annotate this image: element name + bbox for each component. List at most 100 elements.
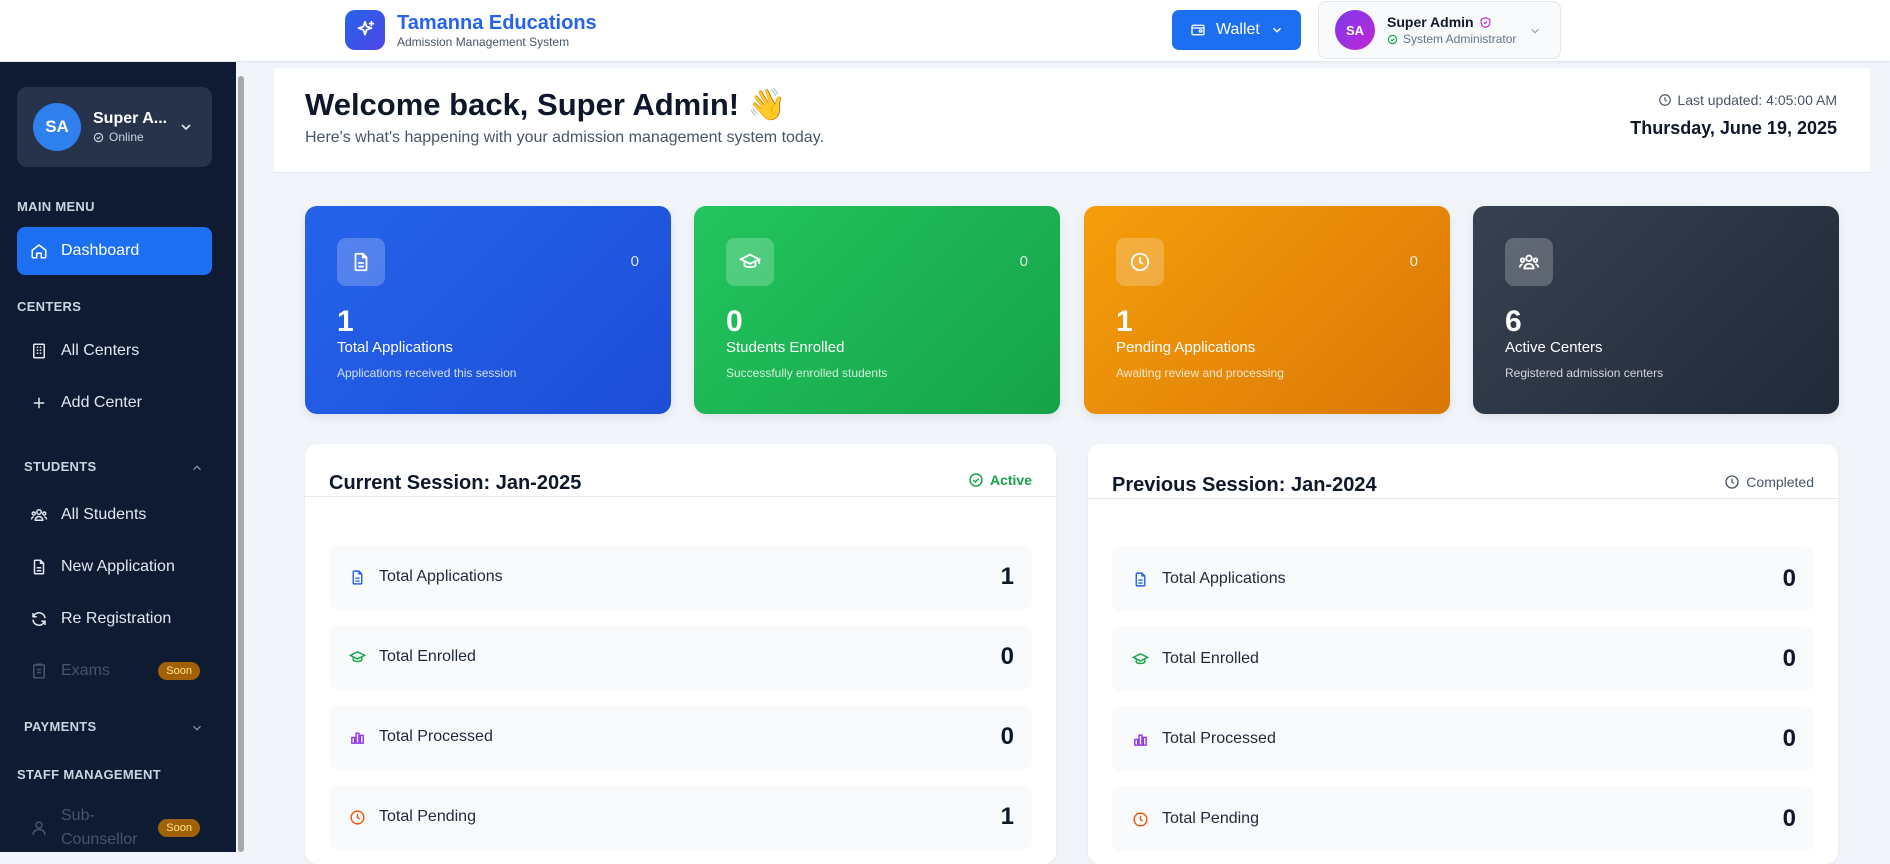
row-value: 1 [1000,803,1014,830]
row-label: Total Applications [1162,570,1286,587]
stat-corner-value: 0 [1409,253,1418,270]
session-title: Current Session: Jan-2025 [329,472,582,494]
sidebar-profile[interactable]: SA Super A... Online [17,87,212,167]
section-students[interactable]: STUDENTS [24,459,204,474]
chevron-down-icon [1270,23,1284,37]
session-header: Previous Session: Jan-2024 Completed [1088,444,1838,499]
row-value: 0 [1782,645,1796,672]
row-label: Total Pending [1162,810,1259,827]
page-subtitle: Here's what's happening with your admiss… [305,129,824,146]
stat-description: Applications received this session [337,366,517,380]
sidebar-item-new-application[interactable]: New Application [17,543,212,591]
avatar: SA [33,103,81,151]
session-row: Total Enrolled 0 [1112,627,1814,691]
stat-value: 0 [726,305,743,338]
sidebar-item-re-registration[interactable]: Re Registration [17,595,212,643]
page-title: Welcome back, Super Admin! 👋 [305,87,787,122]
stat-description: Awaiting review and processing [1116,366,1284,380]
stat-label: Pending Applications [1116,339,1256,356]
row-label: Total Enrolled [1162,650,1259,667]
current-session-card: Current Session: Jan-2025 Active Total A… [305,444,1056,864]
session-row: Total Applications 1 [329,545,1032,609]
clock-icon [1658,93,1672,107]
session-row: Total Pending 1 [329,785,1032,849]
welcome-banner: Welcome back, Super Admin! 👋 Here's what… [274,68,1870,173]
previous-session-card: Previous Session: Jan-2024 Completed Tot… [1088,444,1838,864]
wallet-label: Wallet [1216,21,1260,38]
plus-icon [29,393,49,413]
row-label: Total Processed [379,728,493,745]
user-menu[interactable]: SA Super Admin System Administrator [1318,1,1561,59]
current-date: Thursday, June 19, 2025 [1630,118,1837,138]
session-header: Current Session: Jan-2025 Active [305,444,1056,497]
graduation-cap-icon [726,238,774,286]
wallet-button[interactable]: Wallet [1172,10,1301,50]
soon-badge: Soon [158,662,200,680]
stat-card-students-enrolled[interactable]: 0 0 Students Enrolled Successfully enrol… [694,206,1060,414]
session-title: Previous Session: Jan-2024 [1112,474,1377,496]
chevron-down-icon [1528,24,1542,38]
building-icon [29,341,49,361]
row-label: Total Applications [379,568,503,585]
stat-corner-value: 0 [1019,253,1028,270]
wallet-icon [1190,22,1206,38]
row-value: 0 [1782,725,1796,752]
stat-corner-value: 0 [630,253,639,270]
top-bar: Tamanna Educations Admission Management … [0,0,1890,62]
sidebar-item-all-students[interactable]: All Students [17,491,212,539]
stat-card-active-centers[interactable]: 6 Active Centers Registered admission ce… [1473,206,1839,414]
user-name: Super Admin [1387,14,1474,30]
stat-value: 1 [337,305,354,338]
chevron-down-icon [178,119,194,135]
sidebar-item-label: All Students [61,506,147,523]
section-students-label: STUDENTS [24,459,97,474]
scrollbar-thumb[interactable] [238,76,244,852]
shield-check-icon [1479,16,1492,29]
last-updated: Last updated: 4:05:00 AM [1677,92,1837,108]
section-staff-management: STAFF MANAGEMENT [17,767,161,782]
profile-name: Super A... [93,110,168,127]
chevron-up-icon [190,461,204,475]
avatar: SA [1335,10,1375,50]
stat-label: Students Enrolled [726,339,845,356]
document-icon [29,557,49,577]
sidebar-item-add-center[interactable]: Add Center [17,379,212,427]
brand-subtitle: Admission Management System [397,34,570,49]
user-icon [29,818,49,838]
sidebar-item-label: Add Center [61,394,142,411]
sidebar-item-all-centers[interactable]: All Centers [17,327,212,375]
session-row: Total Processed 0 [329,705,1032,769]
clock-icon [347,807,367,827]
row-value: 0 [1782,805,1796,832]
row-value: 0 [1000,643,1014,670]
row-label: Total Pending [379,808,476,825]
status-text: Active [989,472,1032,488]
check-circle-icon [93,132,104,143]
users-icon [1505,238,1553,286]
stat-card-total-applications[interactable]: 0 1 Total Applications Applications rece… [305,206,671,414]
section-payments[interactable]: PAYMENTS [24,719,204,734]
user-role: System Administrator [1403,32,1517,46]
stat-card-pending-applications[interactable]: 0 1 Pending Applications Awaiting review… [1084,206,1450,414]
sidebar: SA Super A... Online MAIN MENU Dashboard… [0,62,236,852]
check-circle-icon [1387,34,1398,45]
graduation-cap-icon [347,647,367,667]
brand[interactable]: Tamanna Educations Admission Management … [345,10,597,50]
stat-description: Successfully enrolled students [726,366,888,380]
scrollbar[interactable] [236,62,246,852]
section-centers: CENTERS [17,299,82,314]
sidebar-item-label: All Centers [61,342,140,359]
check-circle-icon [968,472,984,488]
refresh-icon [29,609,49,629]
document-icon [347,567,367,587]
session-row: Total Enrolled 0 [329,625,1032,689]
row-value: 1 [1000,563,1014,590]
status-badge: Completed [1724,474,1814,490]
bar-chart-icon [347,727,367,747]
sidebar-item-label: Re Registration [61,610,172,627]
row-label: Total Enrolled [379,648,476,665]
clock-icon [1130,809,1150,829]
sidebar-item-dashboard[interactable]: Dashboard [17,227,212,275]
row-value: 0 [1782,565,1796,592]
sidebar-item-label: Sub-Counsellor [61,807,138,848]
